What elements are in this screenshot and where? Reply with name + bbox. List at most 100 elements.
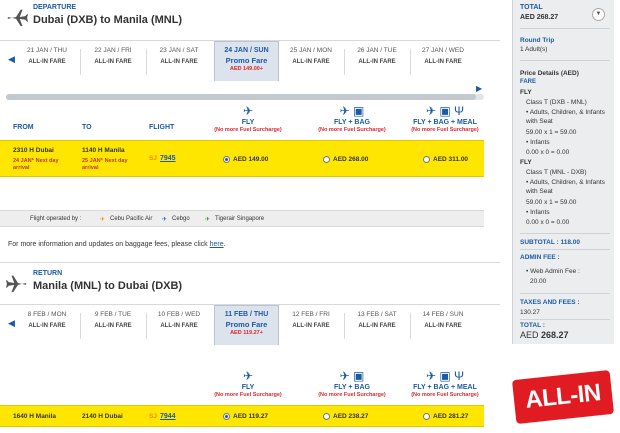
- fare-header-fly-bag: ✈ ▣ FLY + BAG (No more Fuel Surcharge): [318, 369, 386, 398]
- carrier-logo-icon: ✈: [100, 217, 106, 223]
- prev-dates-arrow[interactable]: ◀: [8, 318, 15, 329]
- plane-icon: ✈: [425, 369, 436, 383]
- arr-date: 25 JAN* Next day arrival: [82, 158, 128, 171]
- date-cell[interactable]: 26 JAN / TUE ALL-IN FARE: [347, 45, 407, 79]
- fare-radio-fly-bag[interactable]: [323, 156, 330, 163]
- date-cell[interactable]: 25 JAN / MON ALL-IN FARE: [281, 45, 341, 79]
- date-cell[interactable]: 27 JAN / WED ALL-IN FARE: [413, 45, 473, 79]
- bag-icon: ▣: [439, 369, 451, 383]
- price-fly-bag-meal: AED 281.27: [433, 413, 469, 420]
- arr-time: 2140 H Dubai: [82, 413, 123, 420]
- fare-radio-fly-bag[interactable]: [323, 413, 330, 420]
- admin-fee-label: ADMIN FEE :: [520, 254, 560, 261]
- date-cell[interactable]: 9 FEB / TUE ALL-IN FARE: [83, 309, 143, 343]
- departure-route: Dubai (DXB) to Manila (MNL): [33, 14, 183, 26]
- date-cell[interactable]: 13 FEB / SAT ALL-IN FARE: [347, 309, 407, 343]
- prev-dates-arrow[interactable]: ◀: [8, 54, 15, 65]
- departure-flight-row[interactable]: 2310 H Dubai 24 JAN* Next day arrival 11…: [0, 140, 484, 177]
- dep-time: 1640 H Manila: [13, 413, 57, 420]
- operated-by-bar: Flight operated by : ✈ Cebu Pacific Air …: [0, 210, 484, 227]
- dep-date: 24 JAN* Next day arrival: [13, 158, 59, 171]
- departure-header: DEPARTURE Dubai (DXB) to Manila (MNL): [0, 2, 500, 32]
- price-fly: AED 119.27: [233, 413, 269, 420]
- total-label-bottom: TOTAL :: [520, 322, 545, 329]
- class-return: Class T (MNL - DXB): [526, 169, 587, 176]
- return-kicker: RETURN: [33, 270, 63, 277]
- infants-line: • Infants: [526, 209, 550, 216]
- price-fly: AED 149.00: [233, 156, 269, 163]
- calc-line: 59.00 x 1 = 59.00: [526, 199, 577, 206]
- price-fly-bag: AED 238.27: [333, 413, 369, 420]
- carrier-tigerair: Tigerair Singapore: [215, 216, 265, 222]
- chevron-down-icon[interactable]: ▼: [592, 8, 605, 21]
- fly-outbound: FLY: [520, 89, 532, 96]
- price-summary-sidebar: TOTAL AED 268.27 ▼ Round Trip 1 Adult(s)…: [512, 0, 614, 344]
- plane-icon: ✈: [242, 104, 254, 118]
- date-cell-selected[interactable]: 11 FEB / THU Promo Fare AED 119.27+: [214, 305, 279, 345]
- return-date-strip: ◀ 8 FEB / MON ALL-IN FARE 9 FEB / TUE ALL-…: [0, 304, 500, 345]
- meal-icon: Ψ: [454, 104, 465, 118]
- class-outbound: Class T (DXB - MNL): [526, 99, 587, 106]
- fare-radio-fly-bag-meal[interactable]: [423, 156, 430, 163]
- trip-type: Round Trip: [520, 37, 555, 44]
- price-details-title: Price Details (AED): [520, 70, 579, 77]
- col-to: TO: [82, 124, 92, 131]
- carrier-code: SJ: [149, 413, 157, 420]
- fare-header-fly-bag-meal: ✈ ▣ Ψ FLY + BAG + MEAL (No more Fuel Sur…: [411, 104, 479, 133]
- web-admin-fee-value: 20.00: [530, 278, 547, 285]
- baggage-link[interactable]: here: [210, 241, 224, 248]
- carrier-cebu: Cebu Pacific Air: [110, 216, 153, 222]
- pax-line: • Adults, Children, & Infants with Seat: [526, 179, 605, 195]
- carrier-code: SJ: [149, 155, 157, 162]
- date-cell[interactable]: 23 JAN / SAT ALL-IN FARE: [149, 45, 209, 79]
- total-label: TOTAL: [520, 4, 543, 11]
- pax-line: • Adults, Children, & Infants with Seat: [526, 109, 605, 125]
- plane-icon: ✈: [339, 369, 350, 383]
- arr-time: 1140 H Manila: [82, 147, 125, 154]
- date-cell[interactable]: 22 JAN / FRI ALL-IN FARE: [83, 45, 143, 79]
- flight-number-link[interactable]: 7944: [160, 413, 176, 420]
- fare-radio-fly[interactable]: [223, 156, 230, 163]
- date-cell[interactable]: 10 FEB / WED ALL-IN FARE: [149, 309, 209, 343]
- carrier-logo-icon: ✈: [205, 217, 211, 223]
- plane-icon: [6, 275, 27, 293]
- plane-icon: ✈: [242, 369, 254, 383]
- operated-label: Flight operated by :: [30, 216, 82, 222]
- bag-icon: ▣: [439, 104, 451, 118]
- col-from: FROM: [13, 124, 34, 131]
- calc-line: 0.00 x 0 = 0.00: [526, 149, 570, 156]
- infants-line: • Infants: [526, 139, 550, 146]
- fare-label: FARE: [520, 79, 537, 85]
- date-cell[interactable]: 14 FEB / SUN ALL-IN FARE: [413, 309, 473, 343]
- return-flight-row[interactable]: 1640 H Manila 2140 H Dubai SJ 7944 AED 1…: [0, 405, 484, 427]
- fare-header-fly: ✈ FLY (No more Fuel Surcharge): [203, 369, 293, 398]
- date-cell-selected[interactable]: 24 JAN / SUN Promo Fare AED 149.00+: [214, 41, 279, 81]
- return-route: Manila (MNL) to Dubai (DXB): [33, 280, 183, 292]
- taxes-value: 130.27: [520, 309, 540, 316]
- divider: [0, 262, 500, 263]
- pax-count: 1 Adult(s): [520, 46, 548, 53]
- bag-icon: ▣: [353, 104, 365, 118]
- flight-number-link[interactable]: 7945: [160, 155, 176, 162]
- carrier-logo-icon: ✈: [162, 217, 168, 223]
- col-flight: FLIGHT: [149, 124, 175, 131]
- date-cell[interactable]: 12 FEB / FRI ALL-IN FARE: [281, 309, 341, 343]
- dep-time: 2310 H Dubai: [13, 147, 54, 154]
- date-cell[interactable]: 8 FEB / MON ALL-IN FARE: [17, 309, 77, 343]
- fare-radio-fly-bag-meal[interactable]: [423, 413, 430, 420]
- plane-icon: ✈: [339, 104, 350, 118]
- plane-icon: ✈: [425, 104, 436, 118]
- meal-icon: Ψ: [454, 369, 465, 383]
- return-header: RETURN Manila (MNL) to Dubai (DXB): [0, 268, 500, 298]
- fare-header-fly: ✈ FLY (No more Fuel Surcharge): [203, 104, 293, 133]
- bag-icon: ▣: [353, 369, 365, 383]
- date-cell[interactable]: 21 JAN / THU ALL-IN FARE: [17, 45, 77, 79]
- flight-selection: DEPARTURE Dubai (DXB) to Manila (MNL) ◀ …: [0, 0, 500, 433]
- next-dates-arrow[interactable]: ▶: [476, 84, 482, 93]
- fare-radio-fly[interactable]: [223, 413, 230, 420]
- plane-icon: [7, 9, 28, 27]
- total-amount: AED 268.27: [520, 14, 559, 21]
- baggage-note: For more information and updates on bagg…: [8, 241, 226, 248]
- date-scrollbar[interactable]: [6, 94, 484, 100]
- all-in-badge: ALL-IN: [511, 369, 615, 425]
